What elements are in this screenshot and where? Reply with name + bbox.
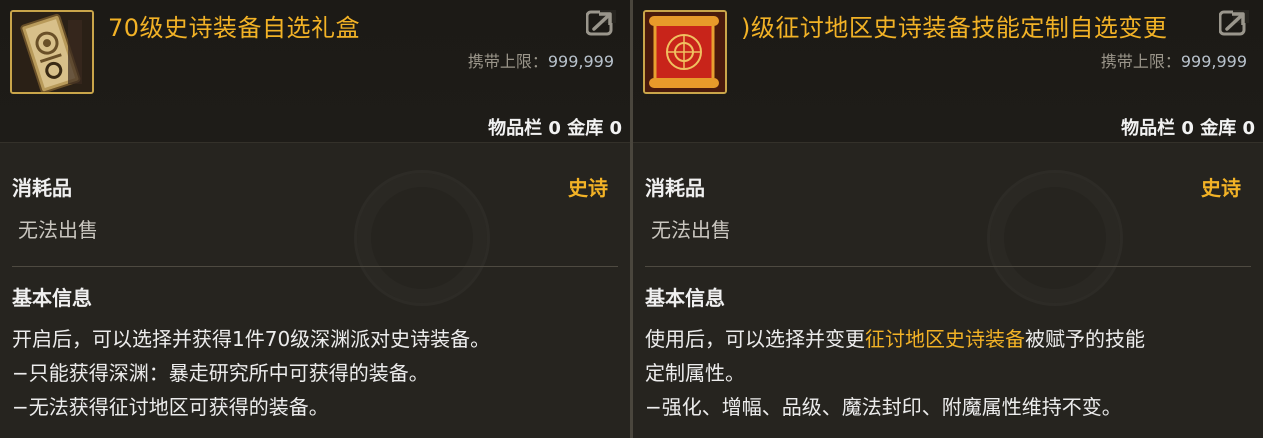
share-icon[interactable] <box>586 10 616 36</box>
divider <box>645 266 1251 267</box>
description-text: 使用后，可以选择并变更 <box>645 327 865 351</box>
inventory-count: 物品栏 0 金库 0 <box>488 118 622 139</box>
item-rarity: 史诗 <box>1201 176 1241 200</box>
item-description: 使用后，可以选择并变更征讨地区史诗装备被赋予的技能 定制属性。 −强化、增幅、品… <box>645 322 1251 424</box>
description-line: −强化、增幅、品级、魔法封印、附魔属性维持不变。 <box>645 395 1122 419</box>
item-description: 开启后，可以选择并获得1件70级深渊派对史诗装备。 −只能获得深渊：暴走研究所中… <box>12 322 618 424</box>
share-icon[interactable] <box>1219 10 1249 36</box>
watermark-emblem <box>987 170 1123 306</box>
item-rarity: 史诗 <box>568 176 608 200</box>
item-title: 70级史诗装备自选礼盒 <box>108 14 361 42</box>
box-item-icon <box>10 10 94 94</box>
carry-limit: 携带上限：999,999 <box>468 48 614 72</box>
carry-limit: 携带上限：999,999 <box>1101 48 1247 72</box>
carry-limit-value: 999,999 <box>547 52 614 71</box>
section-title: 基本信息 <box>645 286 725 310</box>
description-text: 被赋予的技能 <box>1025 327 1145 351</box>
description-line: 定制属性。 <box>645 361 745 385</box>
carry-limit-value: 999,999 <box>1180 52 1247 71</box>
carry-limit-label: 携带上限： <box>467 52 548 71</box>
item-tooltip-1: 70级史诗装备自选礼盒 携带上限：999,999 物品栏 0 金库 0 消耗品 … <box>0 0 630 438</box>
item-category: 消耗品 <box>645 176 705 200</box>
carry-limit-label: 携带上限： <box>1100 52 1181 71</box>
description-line: −只能获得深渊：暴走研究所中可获得的装备。 <box>12 361 429 385</box>
trade-status: 无法出售 <box>18 218 98 242</box>
highlight-text: 征讨地区史诗装备 <box>865 327 1025 351</box>
item-title: )级征讨地区史诗装备技能定制自选变更 <box>741 14 1168 42</box>
inventory-count: 物品栏 0 金库 0 <box>1121 118 1255 139</box>
scroll-item-icon <box>643 10 727 94</box>
description-line: −无法获得征讨地区可获得的装备。 <box>12 395 329 419</box>
trade-status: 无法出售 <box>651 218 731 242</box>
divider <box>12 266 618 267</box>
section-title: 基本信息 <box>12 286 92 310</box>
description-line: 开启后，可以选择并获得1件70级深渊派对史诗装备。 <box>12 327 491 351</box>
item-tooltip-2: )级征讨地区史诗装备技能定制自选变更 携带上限：999,999 物品栏 0 金库… <box>630 0 1263 438</box>
item-category: 消耗品 <box>12 176 72 200</box>
description-line: 使用后，可以选择并变更征讨地区史诗装备被赋予的技能 <box>645 322 1251 356</box>
watermark-emblem <box>354 170 490 306</box>
